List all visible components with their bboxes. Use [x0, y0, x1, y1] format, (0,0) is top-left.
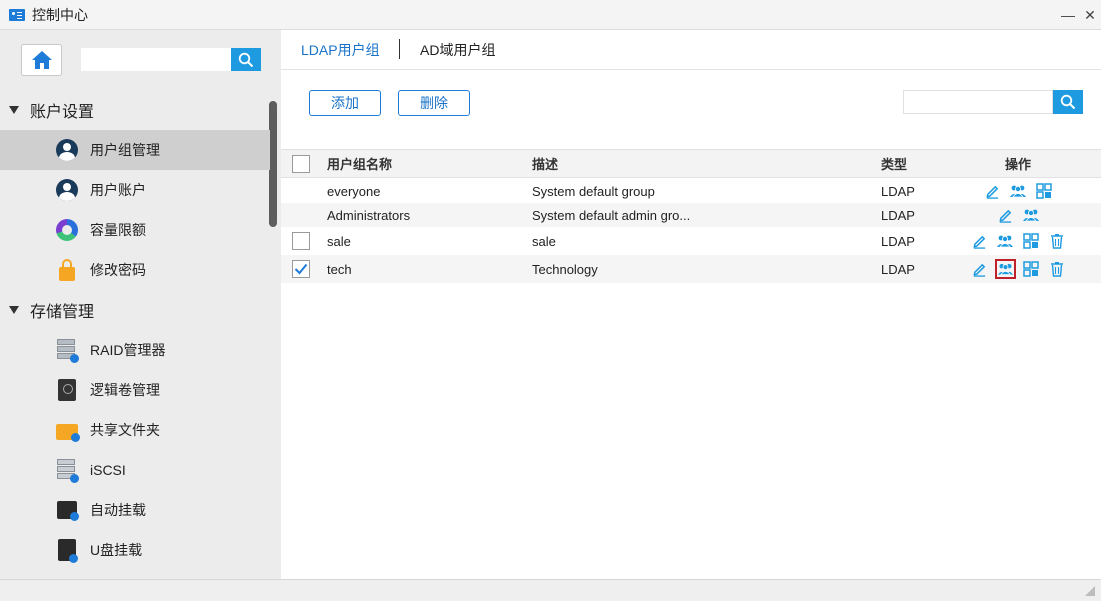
group-description: Technology	[532, 261, 598, 277]
lock-icon	[55, 258, 79, 282]
sidebar-item-iscsi[interactable]: iSCSI	[0, 450, 270, 490]
group-description: sale	[532, 233, 556, 249]
column-header-operations: 操作	[1004, 157, 1031, 172]
sidebar-item-label: 共享文件夹	[90, 422, 160, 438]
search-icon	[238, 52, 254, 67]
home-icon	[31, 51, 52, 69]
group-type: LDAP	[881, 207, 915, 223]
main-panel: LDAP用户组 AD域用户组 添加 删除 用户组名称 描述 类型 操作 ever…	[281, 30, 1101, 579]
edit-icon[interactable]	[995, 205, 1016, 225]
resize-grip-icon[interactable]	[1085, 586, 1095, 596]
group-user-icon	[55, 138, 79, 162]
sidebar-item-label: 用户组管理	[90, 142, 160, 158]
sidebar-item-shared-folder[interactable]: 共享文件夹	[0, 410, 270, 450]
window-title: 控制中心	[32, 6, 88, 23]
section-label: 存储管理	[30, 304, 95, 321]
sidebar-item-label: 逻辑卷管理	[90, 382, 160, 398]
sidebar-item-label: U盘挂载	[90, 542, 143, 558]
members-icon[interactable]	[995, 231, 1016, 251]
tab-ldap-user-group[interactable]: LDAP用户组	[301, 40, 380, 60]
close-button[interactable]: ✕	[1079, 0, 1101, 30]
table-row[interactable]: sale sale LDAP	[281, 227, 1101, 255]
sidebar: 账户设置 用户组管理 用户账户 容量限额 修改密码 存储管理 RAID管理器 逻…	[0, 30, 281, 579]
tab-divider	[399, 39, 400, 59]
edit-icon[interactable]	[969, 259, 990, 279]
usb-mount-icon	[55, 538, 79, 563]
home-button[interactable]	[21, 44, 62, 76]
window-controls: — ✕	[1057, 0, 1101, 30]
sidebar-item-quota[interactable]: 容量限额	[0, 210, 270, 250]
row-checkbox-checked[interactable]	[292, 260, 310, 278]
section-account-settings[interactable]: 账户设置	[0, 92, 270, 128]
group-type: LDAP	[881, 233, 915, 249]
tab-ad-user-group[interactable]: AD域用户组	[420, 40, 495, 60]
table-row[interactable]: tech Technology LDAP	[281, 255, 1101, 283]
group-description: System default admin gro...	[532, 207, 691, 223]
add-button[interactable]: 添加	[309, 90, 381, 116]
group-type: LDAP	[881, 261, 915, 277]
checkmark-icon	[294, 263, 308, 275]
user-account-icon	[55, 178, 79, 202]
lvm-icon	[55, 378, 79, 402]
control-center-icon	[9, 8, 25, 21]
members-icon[interactable]	[1008, 181, 1029, 201]
edit-icon[interactable]	[982, 181, 1003, 201]
sidebar-item-lvm[interactable]: 逻辑卷管理	[0, 370, 270, 410]
sidebar-search-input[interactable]	[81, 48, 231, 71]
section-label: 账户设置	[30, 104, 95, 121]
sidebar-item-auto-mount[interactable]: 自动挂载	[0, 490, 270, 530]
group-search-input[interactable]	[903, 90, 1053, 114]
iscsi-icon	[55, 458, 79, 483]
select-all-checkbox[interactable]	[292, 154, 310, 173]
group-name: everyone	[327, 183, 381, 199]
sidebar-scrollbar[interactable]	[269, 101, 277, 227]
sidebar-item-change-password[interactable]: 修改密码	[0, 250, 270, 290]
collapse-arrow-icon	[9, 106, 19, 114]
status-bar	[0, 579, 1101, 601]
sidebar-item-label: 容量限额	[90, 222, 146, 238]
row-checkbox[interactable]	[292, 232, 310, 250]
permissions-icon[interactable]	[1021, 259, 1042, 279]
sidebar-search-button[interactable]	[231, 48, 261, 71]
permissions-icon[interactable]	[1034, 181, 1055, 201]
group-name: tech	[327, 261, 352, 277]
search-icon	[1060, 94, 1076, 110]
delete-button[interactable]: 删除	[398, 90, 470, 116]
table-row[interactable]: everyone System default group LDAP	[281, 179, 1101, 203]
group-type: LDAP	[881, 183, 915, 199]
sidebar-item-label: 用户账户	[90, 182, 146, 198]
table-header: 用户组名称 描述 类型 操作	[281, 149, 1101, 178]
permissions-icon[interactable]	[1021, 231, 1042, 251]
tab-bar: LDAP用户组 AD域用户组	[281, 30, 1101, 70]
sidebar-item-user-account[interactable]: 用户账户	[0, 170, 270, 210]
collapse-arrow-icon	[9, 306, 19, 314]
sidebar-item-label: RAID管理器	[90, 342, 166, 358]
sidebar-item-usb-mount[interactable]: U盘挂载	[0, 530, 270, 570]
auto-mount-icon	[55, 498, 79, 522]
sidebar-item-label: 修改密码	[90, 262, 146, 278]
table-row[interactable]: Administrators System default admin gro.…	[281, 203, 1101, 227]
column-header-description[interactable]: 描述	[532, 150, 558, 177]
group-name: Administrators	[327, 207, 411, 223]
minimize-button[interactable]: —	[1057, 0, 1079, 30]
trash-icon[interactable]	[1047, 259, 1068, 279]
group-search-button[interactable]	[1053, 90, 1083, 114]
section-storage-management[interactable]: 存储管理	[0, 292, 270, 328]
sidebar-item-label: iSCSI	[90, 462, 126, 478]
edit-icon[interactable]	[969, 231, 990, 251]
column-header-name[interactable]: 用户组名称	[327, 150, 392, 177]
group-name: sale	[327, 233, 351, 249]
members-icon[interactable]	[1021, 205, 1042, 225]
sidebar-item-label: 自动挂载	[90, 502, 146, 518]
title-bar: 控制中心 — ✕	[0, 0, 1101, 30]
sidebar-item-user-group-management[interactable]: 用户组管理	[0, 130, 270, 170]
sidebar-item-raid-manager[interactable]: RAID管理器	[0, 330, 270, 370]
shared-folder-icon	[55, 418, 80, 442]
trash-icon[interactable]	[1047, 231, 1068, 251]
group-description: System default group	[532, 183, 655, 199]
quota-icon	[55, 218, 79, 242]
column-header-type[interactable]: 类型	[881, 150, 907, 177]
raid-icon	[55, 338, 79, 363]
members-icon[interactable]	[994, 259, 1016, 279]
